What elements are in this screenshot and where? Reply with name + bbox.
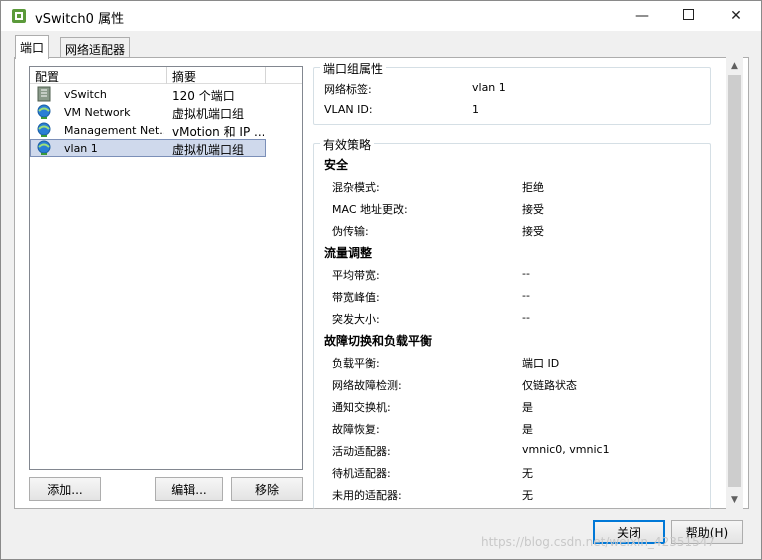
column-header-config[interactable]: 配置 [30, 67, 167, 84]
globe-icon [36, 140, 52, 156]
prop-value: 接受 [522, 225, 544, 238]
maximize-button[interactable] [665, 1, 711, 31]
section-heading-security: 安全 [324, 158, 349, 172]
prop-value: -- [522, 311, 530, 324]
list-item[interactable]: vSwitch 120 个端口 [30, 85, 302, 103]
close-icon: ✕ [730, 8, 742, 24]
prop-value: vmnic0, vmnic1 [522, 443, 610, 456]
vertical-scrollbar[interactable]: ▲ ▼ [726, 57, 743, 509]
scroll-up-button[interactable]: ▲ [726, 57, 743, 74]
prop-label: 混杂模式: [332, 181, 380, 194]
prop-label: 活动适配器: [332, 445, 391, 458]
list-header: 配置 摘要 [30, 67, 302, 84]
prop-label: VLAN ID: [324, 103, 373, 116]
column-header-summary[interactable]: 摘要 [167, 67, 266, 84]
switch-icon [36, 86, 52, 102]
vswitch-app-icon [11, 8, 27, 24]
title-bar: vSwitch0 属性 — ✕ [1, 1, 761, 31]
prop-label: 网络故障检测: [332, 379, 402, 392]
globe-icon [36, 104, 52, 120]
group-title: 端口组属性 [320, 60, 387, 77]
list-item-summary: 虚拟机端口组 [172, 107, 245, 121]
properties-window: vSwitch0 属性 — ✕ 端口 网络适配器 配置 摘要 vSwitch 1… [0, 0, 762, 560]
prop-label: 突发大小: [332, 313, 380, 326]
prop-value: -- [522, 289, 530, 302]
prop-label: 通知交换机: [332, 401, 391, 414]
list-item-summary: 120 个端口 [172, 89, 235, 103]
chevron-up-icon: ▲ [731, 60, 738, 71]
prop-label: 待机适配器: [332, 467, 391, 480]
remove-button[interactable]: 移除 [231, 477, 303, 501]
chevron-down-icon: ▼ [731, 494, 738, 505]
prop-value: 仅链路状态 [522, 379, 577, 392]
prop-label: 伪传输: [332, 225, 369, 238]
watermark: https://blog.csdn.net/weixin_42351547 [481, 535, 716, 549]
edit-button[interactable]: 编辑... [155, 477, 223, 501]
prop-label: 平均带宽: [332, 269, 380, 282]
prop-value: 拒绝 [522, 181, 544, 194]
scroll-thumb[interactable] [728, 75, 741, 487]
list-item[interactable]: Management Net... vMotion 和 IP ... [30, 121, 302, 139]
list-item-summary: 虚拟机端口组 [172, 143, 245, 157]
scroll-down-button[interactable]: ▼ [726, 491, 743, 508]
list-item-name: VM Network [64, 106, 131, 119]
prop-value: -- [522, 267, 530, 280]
prop-value: 是 [522, 423, 533, 436]
minimize-icon: — [635, 8, 649, 24]
list-item-name: vlan 1 [64, 142, 98, 155]
list-item[interactable]: VM Network 虚拟机端口组 [30, 103, 302, 121]
list-item-name: Management Net... [64, 124, 164, 137]
prop-label: 未用的适配器: [332, 489, 402, 502]
tab-ports[interactable]: 端口 [15, 35, 50, 59]
prop-label: 网络标签: [324, 83, 372, 96]
tab-network-adapters[interactable]: 网络适配器 [60, 37, 131, 59]
list-item-name: vSwitch [64, 88, 107, 101]
section-heading-traffic-shaping: 流量调整 [324, 246, 373, 260]
globe-icon [36, 122, 52, 138]
prop-value: vlan 1 [472, 81, 506, 94]
prop-value: 是 [522, 401, 533, 414]
minimize-button[interactable]: — [619, 1, 665, 31]
prop-value: 端口 ID [522, 357, 560, 370]
list-item-summary: vMotion 和 IP ... [172, 125, 264, 139]
prop-value: 无 [522, 489, 533, 502]
effective-policies-group: 有效策略 安全 混杂模式: 拒绝 MAC 地址更改: 接受 伪传输: 接受 流量… [313, 136, 711, 509]
add-button[interactable]: 添加... [29, 477, 101, 501]
maximize-icon [682, 8, 694, 24]
port-config-list[interactable]: 配置 摘要 vSwitch 120 个端口 VM Network 虚拟机端口组 … [29, 66, 303, 470]
prop-value: 无 [522, 467, 533, 480]
group-title: 有效策略 [320, 136, 375, 153]
list-item-selected[interactable]: vlan 1 虚拟机端口组 [30, 139, 302, 157]
prop-label: 带宽峰值: [332, 291, 380, 304]
section-heading-failover: 故障切换和负载平衡 [324, 334, 433, 348]
prop-label: 故障恢复: [332, 423, 380, 436]
prop-label: 负载平衡: [332, 357, 380, 370]
prop-value: 1 [472, 103, 479, 116]
prop-value: 接受 [522, 203, 544, 216]
close-window-button[interactable]: ✕ [713, 1, 759, 31]
window-title: vSwitch0 属性 [35, 12, 125, 27]
prop-label: MAC 地址更改: [332, 203, 408, 216]
portgroup-properties-group: 端口组属性 网络标签: vlan 1 VLAN ID: 1 [313, 60, 711, 125]
